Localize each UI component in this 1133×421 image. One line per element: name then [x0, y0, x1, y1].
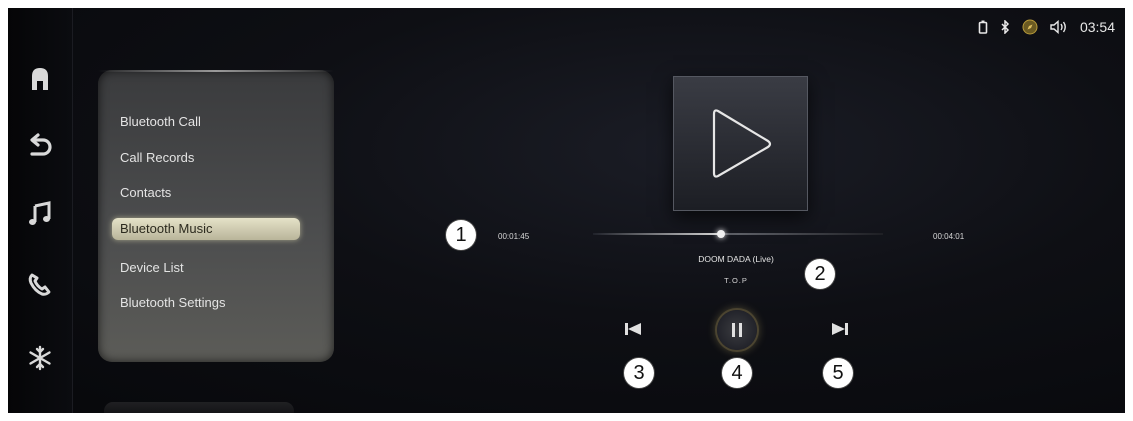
nav-home-button[interactable] — [22, 60, 58, 96]
home-icon — [32, 68, 48, 90]
elapsed-time: 00:01:45 — [498, 232, 530, 241]
volume-icon — [1050, 20, 1068, 34]
next-track-button[interactable] — [828, 318, 852, 340]
bluetooth-screen: 03:54 Bluetooth Call Call Records Contac… — [8, 8, 1125, 413]
music-icon — [29, 201, 51, 225]
menu-item-device-list[interactable]: Device List — [120, 260, 184, 275]
callout-2: 2 — [805, 259, 835, 289]
pause-button[interactable] — [717, 310, 757, 350]
navigation-compass-icon — [1022, 19, 1038, 35]
phone-icon — [28, 273, 51, 296]
total-time: 00:04:01 — [933, 232, 965, 241]
callout-4: 4 — [722, 358, 752, 388]
nav-phone-button[interactable] — [22, 266, 58, 302]
skip-next-icon — [832, 323, 848, 335]
back-icon — [30, 133, 52, 156]
album-art — [673, 76, 808, 211]
menu-item-bluetooth-call[interactable]: Bluetooth Call — [120, 114, 201, 129]
menu-item-call-records[interactable]: Call Records — [120, 150, 194, 165]
pause-icon — [732, 323, 742, 337]
menu-item-bluetooth-settings[interactable]: Bluetooth Settings — [120, 295, 226, 310]
progress-handle[interactable] — [716, 230, 725, 238]
status-bar: 03:54 — [978, 17, 1115, 37]
left-nav-bar — [8, 8, 73, 413]
nav-music-button[interactable] — [22, 196, 58, 232]
bluetooth-menu-panel: Bluetooth Call Call Records Contacts Blu… — [98, 70, 334, 362]
menu-item-bluetooth-music[interactable]: Bluetooth Music — [112, 218, 300, 240]
callout-3: 3 — [624, 358, 654, 388]
progress-fill — [593, 233, 721, 235]
bluetooth-icon — [1000, 20, 1010, 34]
progress-bar[interactable] — [593, 230, 883, 238]
artist-name: T.O.P — [724, 276, 748, 285]
play-icon — [712, 109, 772, 178]
phone-battery-icon — [978, 20, 988, 34]
nav-back-button[interactable] — [22, 128, 58, 164]
skip-previous-icon — [625, 323, 641, 335]
previous-track-button[interactable] — [621, 318, 645, 340]
panel-reflection — [104, 402, 294, 413]
callout-5: 5 — [823, 358, 853, 388]
menu-item-contacts[interactable]: Contacts — [120, 185, 171, 200]
song-title: DOOM DADA (Live) — [698, 254, 774, 264]
nav-climate-button[interactable] — [22, 340, 58, 376]
callout-1: 1 — [446, 220, 476, 250]
climate-icon — [29, 345, 51, 371]
clock: 03:54 — [1079, 19, 1115, 35]
